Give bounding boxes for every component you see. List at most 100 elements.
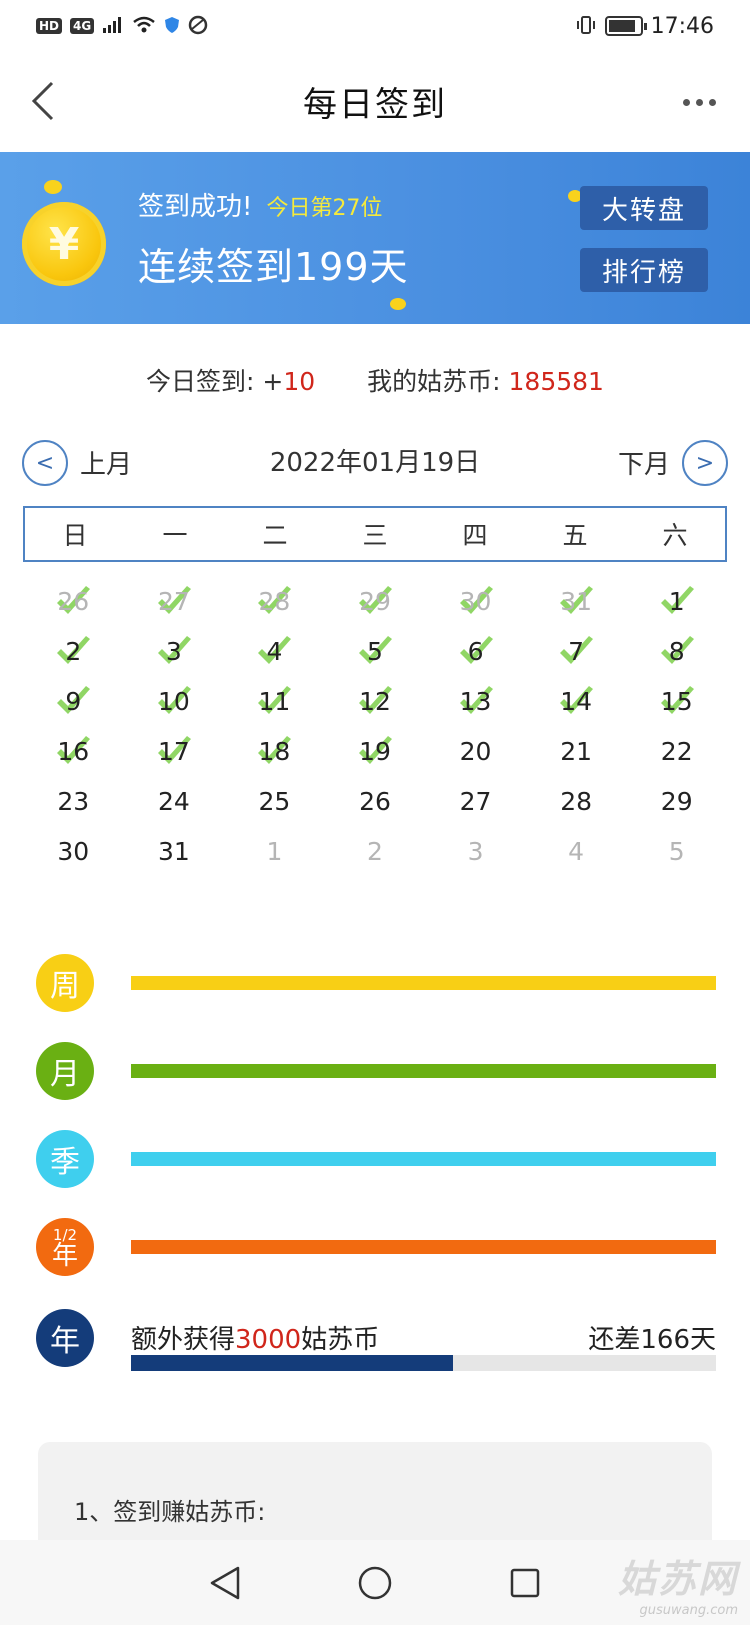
calendar-grid: 26 27 28 29 30 31 1 2 3 4 5 6 7 8 9 10 11 12 13 14 15 16 17 18 1…: [23, 576, 727, 876]
calendar-day[interactable]: 31: [526, 576, 627, 626]
half-year-progress-fill: [131, 1240, 716, 1254]
year-remaining-days: 还差166天: [588, 1325, 716, 1355]
calendar-day[interactable]: 28: [526, 776, 627, 826]
year-reward-amount: 3000: [235, 1325, 302, 1355]
calendar-day[interactable]: 27: [425, 776, 526, 826]
weekday-thu: 四: [462, 521, 488, 550]
week-progress-bar: [131, 976, 716, 990]
calendar-day[interactable]: 14: [526, 676, 627, 726]
calendar-day[interactable]: 30: [425, 576, 526, 626]
system-home-button[interactable]: [345, 1553, 405, 1613]
calendar-day[interactable]: 22: [626, 726, 727, 776]
calendar-day-number: 24: [157, 786, 190, 816]
calendar-day[interactable]: 25: [224, 776, 325, 826]
calendar-day[interactable]: 27: [124, 576, 225, 626]
calendar-day[interactable]: 23: [23, 776, 124, 826]
calendar-day[interactable]: 5: [626, 826, 727, 876]
lucky-wheel-button[interactable]: 大转盘: [580, 186, 708, 230]
clock: 17:46: [650, 13, 714, 39]
year-progress-bar: [131, 1355, 716, 1371]
calendar-day[interactable]: 10: [124, 676, 225, 726]
calendar-day-number: 19: [359, 736, 391, 766]
calendar-day-number: 7: [568, 636, 585, 666]
calendar-day[interactable]: 19: [325, 726, 426, 776]
calendar-day[interactable]: 28: [224, 576, 325, 626]
signin-banner: ¥ 签到成功! 今日第27位 连续签到199天 大转盘 排行榜: [0, 152, 750, 324]
small-coin-decoration: [390, 298, 406, 310]
year-reward-text: 额外获得3000姑苏币: [131, 1319, 379, 1356]
shield-icon: [164, 16, 180, 37]
nav-recent-icon: [510, 1568, 540, 1597]
calendar-day[interactable]: 20: [425, 726, 526, 776]
calendar-day-number: 12: [359, 686, 391, 716]
calendar-day-number: 5: [367, 636, 383, 666]
today-rank-text: 今日第27位: [266, 196, 383, 221]
calendar-day-number: 4: [266, 636, 283, 666]
calendar-day[interactable]: 1: [224, 826, 325, 876]
status-right: 17:46: [575, 14, 714, 39]
half-year-badge: 1/2 年: [36, 1218, 94, 1276]
quarter-progress-fill: [131, 1152, 716, 1166]
system-recent-button[interactable]: [495, 1553, 555, 1613]
my-coins: 我的姑苏币: 185581: [367, 362, 604, 398]
calendar-day-number: 16: [57, 736, 90, 766]
nav-home-icon: [358, 1566, 392, 1599]
today-points-value: 10: [283, 367, 316, 396]
calendar-day[interactable]: 18: [224, 726, 325, 776]
calendar-day-number: 11: [258, 686, 291, 716]
calendar-day[interactable]: 3: [425, 826, 526, 876]
calendar-day-number: 5: [668, 836, 685, 866]
calendar-day[interactable]: 16: [23, 726, 124, 776]
today-points: 今日签到: +10: [146, 362, 315, 398]
page-title: 每日签到: [303, 84, 447, 125]
calendar-day[interactable]: 7: [526, 626, 627, 676]
back-button[interactable]: [18, 74, 68, 128]
half-year-reward-row: 1/2 年: [36, 1218, 716, 1278]
my-coins-label: 我的姑苏币:: [367, 367, 509, 396]
calendar-day[interactable]: 1: [626, 576, 727, 626]
quarter-progress-bar: [131, 1152, 716, 1166]
system-back-button[interactable]: [195, 1553, 255, 1613]
watermark-main: 姑苏网: [617, 1557, 738, 1601]
nav-back-icon: [210, 1566, 240, 1599]
calendar-day[interactable]: 31: [124, 826, 225, 876]
calendar-day-number: 29: [660, 786, 693, 816]
month-reward-row: 月: [36, 1042, 716, 1102]
calendar-day[interactable]: 4: [526, 826, 627, 876]
calendar-day[interactable]: 26: [23, 576, 124, 626]
calendar-day[interactable]: 5: [325, 626, 426, 676]
calendar-day[interactable]: 29: [325, 576, 426, 626]
calendar-day[interactable]: 8: [626, 626, 727, 676]
calendar-day[interactable]: 13: [425, 676, 526, 726]
calendar-day[interactable]: 4: [224, 626, 325, 676]
calendar-day[interactable]: 6: [425, 626, 526, 676]
leaderboard-button[interactable]: 排行榜: [580, 248, 708, 292]
calendar-day[interactable]: 2: [325, 826, 426, 876]
calendar-day-number: 1: [668, 586, 685, 616]
calendar-day[interactable]: 2: [23, 626, 124, 676]
more-button[interactable]: [674, 82, 724, 122]
calendar-day-number: 14: [560, 686, 593, 716]
calendar-day[interactable]: 30: [23, 826, 124, 876]
calendar-day[interactable]: 11: [224, 676, 325, 726]
next-month-label[interactable]: 下月: [618, 444, 670, 481]
calendar-day[interactable]: 15: [626, 676, 727, 726]
weekday-sun: 日: [62, 521, 88, 550]
calendar-day-number: 2: [367, 836, 383, 866]
calendar-day[interactable]: 3: [124, 626, 225, 676]
calendar-day[interactable]: 17: [124, 726, 225, 776]
month-progress-bar: [131, 1064, 716, 1078]
calendar-day[interactable]: 26: [325, 776, 426, 826]
signal-icon: [102, 16, 124, 37]
calendar-day[interactable]: 24: [124, 776, 225, 826]
weekday-tue: 二: [262, 521, 288, 550]
next-month-button[interactable]: >: [682, 440, 728, 486]
calendar-day[interactable]: 12: [325, 676, 426, 726]
year-badge: 年: [36, 1309, 94, 1367]
calendar-day[interactable]: 21: [526, 726, 627, 776]
calendar-day-number: 18: [258, 736, 291, 766]
calendar-day[interactable]: 9: [23, 676, 124, 726]
calendar-day[interactable]: 29: [626, 776, 727, 826]
calendar-day-number: 6: [467, 636, 484, 666]
signin-summary: 今日签到: +10 我的姑苏币: 185581: [0, 362, 750, 398]
